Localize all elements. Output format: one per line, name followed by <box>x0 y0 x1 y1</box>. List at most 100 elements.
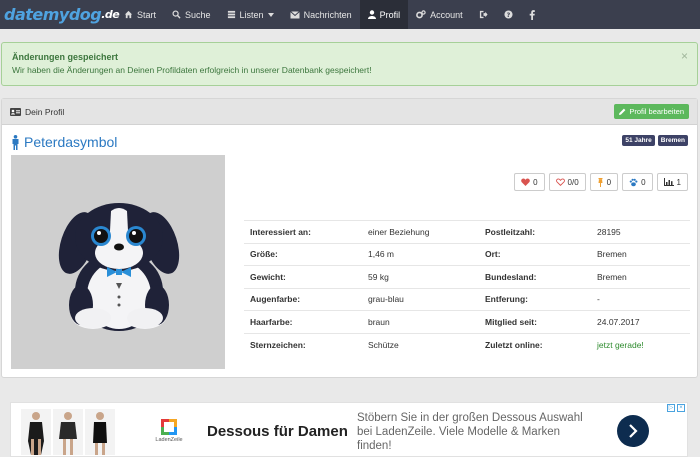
favorites-count: 0 <box>606 177 612 187</box>
nav-item-label: Suche <box>185 9 211 20</box>
nav-item-suche[interactable]: Suche <box>164 0 219 29</box>
heart-icon <box>521 178 530 186</box>
ladenzeile-logo-icon <box>161 419 177 435</box>
ad-next-button[interactable] <box>617 415 649 447</box>
alert-title: Änderungen gespeichert <box>12 52 119 62</box>
pin-icon <box>598 177 603 187</box>
panel-heading: Dein Profil Profil bearbeiten <box>2 99 697 125</box>
ad-choices[interactable]: ▷ × <box>667 404 685 412</box>
info-value: Schütze <box>362 332 479 356</box>
paws-button[interactable]: 0 <box>622 173 653 191</box>
nav-item-label: Nachrichten <box>303 9 352 20</box>
hearts-button[interactable]: 0/0 <box>548 173 586 191</box>
ad-description: Stöbern Sie in der großen Dessous Auswah… <box>357 412 583 452</box>
table-row: Interessiert an: einer Beziehung Postlei… <box>244 220 690 243</box>
table-row: Größe: 1,46 m Ort: Bremen <box>244 242 690 266</box>
bar-chart-icon <box>663 178 674 186</box>
nav-item-label: Start <box>137 9 157 20</box>
info-value: grau-blau <box>362 287 479 311</box>
city-badge: Bremen <box>657 135 688 146</box>
table-row: Sternzeichen: Schütze Zuletzt online: je… <box>244 332 690 356</box>
info-label: Größe: <box>244 242 362 266</box>
home-icon <box>124 10 133 19</box>
ad-logo-text: LadenZeile <box>155 437 183 443</box>
info-label: Mitglied seit: <box>479 310 591 333</box>
heart-outline-icon <box>555 178 565 186</box>
info-label: Sternzeichen: <box>244 332 362 356</box>
logo-main-text: datemydog <box>4 5 102 24</box>
profile-name-text: Peterdasymbol <box>24 134 118 150</box>
nav-item-logout[interactable] <box>471 0 496 29</box>
question-circle-icon: ? <box>504 10 513 19</box>
table-row: Gewicht: 59 kg Bundesland: Bremen <box>244 265 690 288</box>
info-value: 59 kg <box>362 265 479 288</box>
profile-panel: Dein Profil Profil bearbeiten Peterdasym… <box>1 98 698 378</box>
ad-product-image <box>85 409 115 455</box>
age-badge: 51 Jahre <box>622 135 655 146</box>
nav-item-label: Profil <box>379 9 401 20</box>
panel-title-text: Dein Profil <box>25 106 65 117</box>
nav-item-listen[interactable]: Listen <box>219 0 282 29</box>
info-value: 28195 <box>591 220 690 243</box>
info-label: Gewicht: <box>244 265 362 288</box>
alert-close-button[interactable]: × <box>681 50 688 62</box>
nav-item-label: Account <box>430 9 463 20</box>
info-value: einer Beziehung <box>362 220 479 243</box>
ad-info-icon[interactable]: ▷ <box>667 404 675 412</box>
info-label: Interessiert an: <box>244 220 362 243</box>
info-value: 24.07.2017 <box>591 310 690 333</box>
likes-count: 0 <box>533 177 538 187</box>
alert-text: Wir haben die Änderungen an Deinen Profi… <box>12 65 372 75</box>
info-label: Bundesland: <box>479 265 591 288</box>
ad-headline: Dessous für Damen <box>207 423 348 440</box>
facebook-icon <box>529 9 535 20</box>
pencil-icon <box>619 108 626 115</box>
nav-item-account[interactable]: Account <box>408 0 471 29</box>
profile-photo[interactable] <box>11 155 225 369</box>
list-icon <box>227 10 235 19</box>
profile-info-table: Interessiert an: einer Beziehung Postlei… <box>244 220 690 356</box>
info-label: Zuletzt online: <box>479 332 591 356</box>
paws-count: 0 <box>641 177 646 187</box>
info-value: Bremen <box>591 242 690 266</box>
profile-name: Peterdasymbol <box>11 134 117 150</box>
success-alert: Änderungen gespeichert Wir haben die Änd… <box>1 42 698 86</box>
ad-banner[interactable]: LadenZeile Dessous für Damen Stöbern Sie… <box>10 402 688 457</box>
nav-item-start[interactable]: Start <box>116 0 164 29</box>
info-label: Augenfarbe: <box>244 287 362 311</box>
info-value: 1,46 m <box>362 242 479 266</box>
ad-product-image <box>53 409 83 455</box>
ad-close-icon[interactable]: × <box>677 404 685 412</box>
panel-title: Dein Profil <box>10 107 64 117</box>
nav-item-nachrichten[interactable]: Nachrichten <box>282 0 360 29</box>
dog-avatar-image <box>58 203 180 331</box>
edit-profile-button[interactable]: Profil bearbeiten <box>614 104 689 119</box>
info-label: Ort: <box>479 242 591 266</box>
paw-icon <box>629 178 638 186</box>
favorites-button[interactable]: 0 <box>589 173 619 191</box>
info-value: Bremen <box>591 265 690 288</box>
nav-item-help[interactable]: ? <box>496 0 521 29</box>
cogs-icon <box>416 10 426 19</box>
profile-stats: 0 0/0 0 0 1 <box>514 173 688 191</box>
info-label: Entferung: <box>479 287 591 311</box>
ad-product-image <box>21 409 51 455</box>
chevron-right-icon <box>629 424 638 438</box>
views-button[interactable]: 1 <box>656 173 688 191</box>
info-value: - <box>591 287 690 311</box>
views-count: 1 <box>676 177 681 187</box>
user-icon <box>367 10 376 19</box>
search-icon <box>172 10 181 19</box>
site-logo[interactable]: datemydog .de <box>0 0 120 29</box>
likes-button[interactable]: 0 <box>514 173 545 191</box>
svg-text:?: ? <box>506 12 510 19</box>
info-label: Postleitzahl: <box>479 220 591 243</box>
nav-item-profil[interactable]: Profil <box>359 0 409 29</box>
profile-badges: 51 Jahre Bremen <box>622 135 688 146</box>
nav-item-facebook[interactable] <box>521 0 543 29</box>
info-value: braun <box>362 310 479 333</box>
ad-logo: LadenZeile <box>151 419 187 443</box>
hearts-count: 0/0 <box>567 177 579 187</box>
table-row: Augenfarbe: grau-blau Entferung: - <box>244 287 690 311</box>
caret-down-icon <box>267 12 274 17</box>
